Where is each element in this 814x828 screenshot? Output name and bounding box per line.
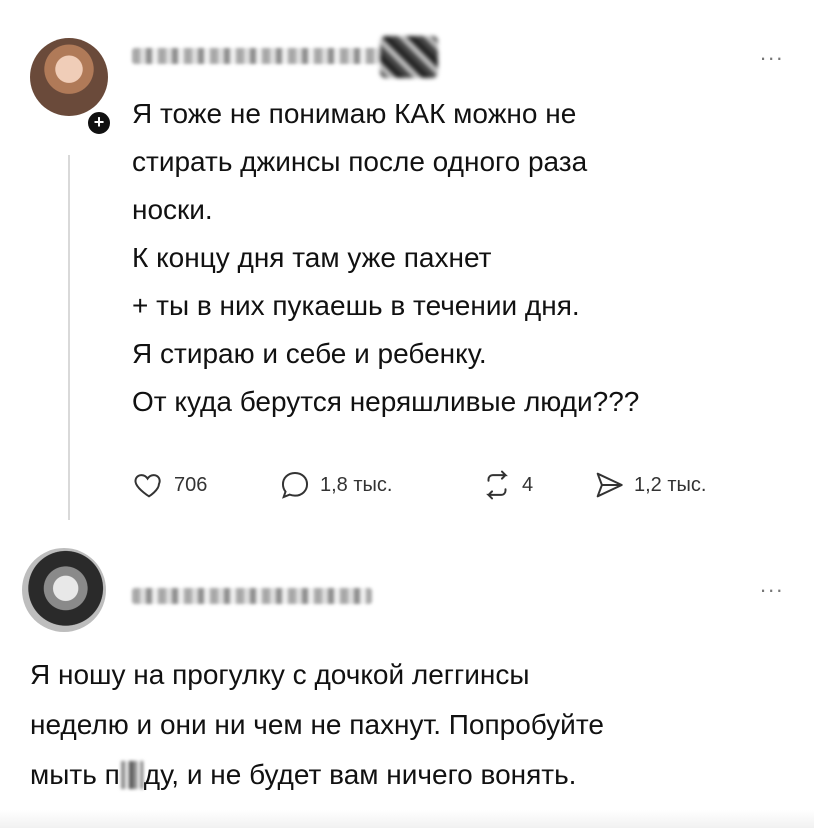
post-text-line: От куда берутся неряшливые люди??? [132, 386, 640, 417]
post-text-line: + ты в них пукаешь в течении дня. [132, 290, 580, 321]
reply-text-line: неделю и они ни чем не пахнут. Попробуйт… [30, 709, 604, 740]
speech-bubble-icon [281, 471, 309, 499]
thread-connector-line [68, 155, 70, 520]
reply-text-line: мыть п ду, и не будет вам ничего вонять. [30, 750, 790, 800]
post-text-line: Я стираю и себе и ребенку. [132, 338, 487, 369]
more-options-icon[interactable]: ... [760, 572, 784, 598]
reply-text-line: Я ношу на прогулку с дочкой леггинсы [30, 659, 530, 690]
author-avatar[interactable] [30, 38, 108, 116]
send-icon [596, 472, 623, 498]
screenshot-bottom-edge [0, 810, 814, 828]
post-text: Я тоже не понимаю КАК можно не стирать д… [132, 90, 792, 426]
comment-button[interactable]: 1,8 тыс. [278, 468, 392, 502]
reply-text: Я ношу на прогулку с дочкой леггинсы нед… [30, 650, 790, 800]
reply-text-fragment: ду, и не будет вам ничего вонять. [143, 759, 577, 790]
repost-button[interactable]: 4 [480, 468, 533, 502]
repost-icon [486, 470, 508, 500]
heart-icon [134, 474, 161, 498]
censored-word [120, 761, 143, 789]
repost-count: 4 [522, 473, 534, 496]
author-username-blurred[interactable] [132, 48, 380, 64]
post-text-line: К концу дня там уже пахнет [132, 242, 492, 273]
like-button[interactable]: 706 [132, 468, 207, 502]
share-count: 1,2 тыс. [634, 473, 707, 496]
comment-count: 1,8 тыс. [320, 473, 393, 496]
more-options-icon[interactable]: ... [760, 40, 784, 66]
share-button[interactable]: 1,2 тыс. [592, 468, 706, 502]
blurred-badge [380, 36, 438, 78]
post-actions: 706 1,8 тыс. 4 1,2 тыс. [132, 468, 792, 508]
follow-plus-button[interactable]: + [86, 110, 112, 136]
reply-author-username-blurred[interactable] [132, 588, 372, 604]
post-text-line: Я тоже не понимаю КАК можно не [132, 98, 577, 129]
like-count: 706 [174, 473, 208, 496]
post-text-line: носки. [132, 194, 213, 225]
post-text-line: стирать джинсы после одного раза [132, 146, 588, 177]
reply-text-fragment: мыть п [30, 759, 120, 790]
reply-author-avatar[interactable] [22, 548, 106, 632]
